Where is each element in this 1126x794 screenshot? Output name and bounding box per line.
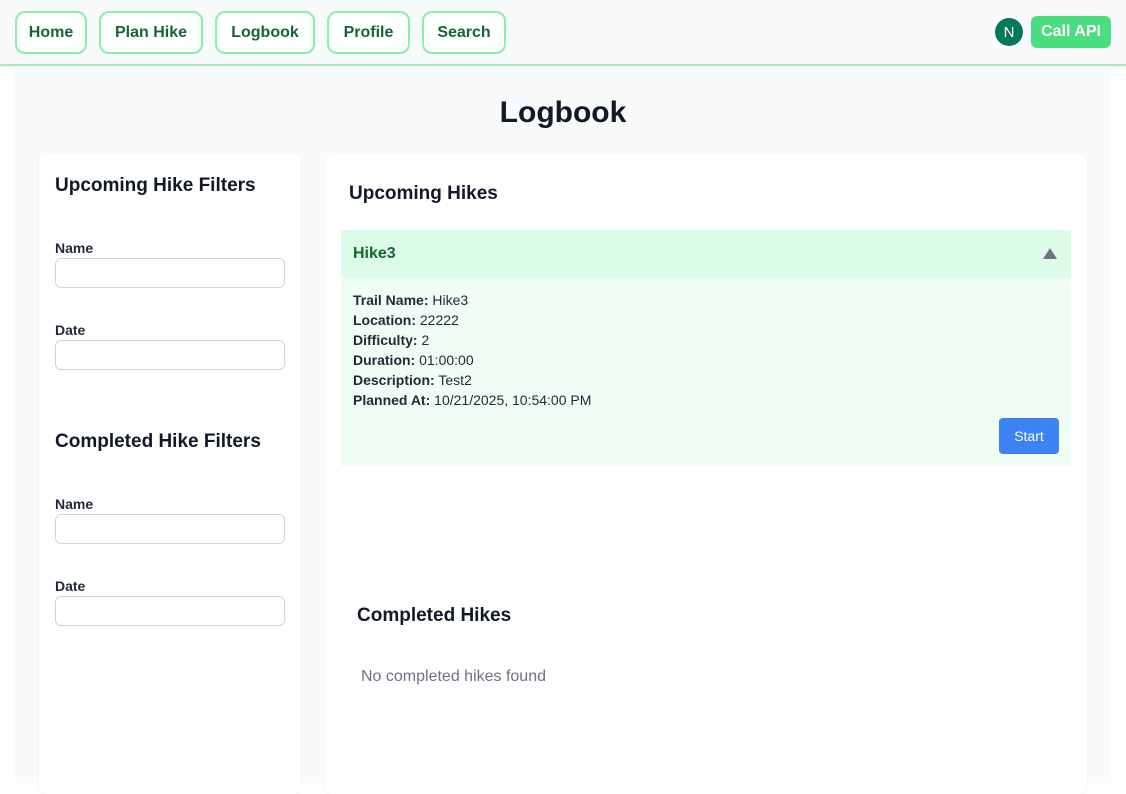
avatar[interactable]: N bbox=[995, 18, 1023, 46]
top-nav: Home Plan Hike Logbook Profile Search N … bbox=[0, 0, 1126, 66]
hike-card-name: Hike3 bbox=[353, 245, 396, 262]
upcoming-date-input[interactable] bbox=[55, 340, 285, 370]
nav-profile-button[interactable]: Profile bbox=[327, 11, 410, 54]
nav-home-button[interactable]: Home bbox=[15, 11, 87, 54]
upcoming-hikes-title: Upcoming Hikes bbox=[349, 183, 498, 204]
start-hike-button[interactable]: Start bbox=[999, 418, 1059, 454]
detail-difficulty: Difficulty: 2 bbox=[353, 332, 430, 348]
completed-hikes-title: Completed Hikes bbox=[357, 605, 512, 626]
hikes-panel: Upcoming Hikes Hike3 Trail Name: Hike3 L… bbox=[325, 154, 1087, 794]
upcoming-date-label: Date bbox=[55, 322, 86, 338]
upcoming-filters-title: Upcoming Hike Filters bbox=[55, 175, 256, 196]
completed-empty-message: No completed hikes found bbox=[361, 668, 546, 685]
completed-date-label: Date bbox=[55, 578, 86, 594]
detail-location: Location: 22222 bbox=[353, 312, 459, 328]
detail-duration: Duration: 01:00:00 bbox=[353, 352, 474, 368]
hike-card-details: Trail Name: Hike3 Location: 22222 Diffic… bbox=[341, 278, 1071, 466]
nav-plan-hike-button[interactable]: Plan Hike bbox=[99, 11, 203, 54]
nav-search-button[interactable]: Search bbox=[422, 11, 506, 54]
hike-card-header[interactable]: Hike3 bbox=[341, 230, 1071, 278]
call-api-button[interactable]: Call API bbox=[1031, 16, 1111, 48]
detail-trail-name: Trail Name: Hike3 bbox=[353, 292, 469, 308]
page-title: Logbook bbox=[499, 96, 627, 129]
completed-date-input[interactable] bbox=[55, 596, 285, 626]
main-content: Logbook Upcoming Hike Filters Name Date … bbox=[15, 68, 1111, 794]
filters-panel: Upcoming Hike Filters Name Date Complete… bbox=[39, 154, 301, 794]
detail-planned-at: Planned At: 10/21/2025, 10:54:00 PM bbox=[353, 392, 592, 408]
completed-filters-title: Completed Hike Filters bbox=[55, 431, 261, 452]
upcoming-name-label: Name bbox=[55, 240, 94, 256]
upcoming-name-input[interactable] bbox=[55, 258, 285, 288]
completed-name-input[interactable] bbox=[55, 514, 285, 544]
caret-up-icon[interactable] bbox=[1043, 248, 1057, 259]
completed-name-label: Name bbox=[55, 496, 94, 512]
nav-logbook-button[interactable]: Logbook bbox=[215, 11, 315, 54]
detail-description: Description: Test2 bbox=[353, 372, 472, 388]
